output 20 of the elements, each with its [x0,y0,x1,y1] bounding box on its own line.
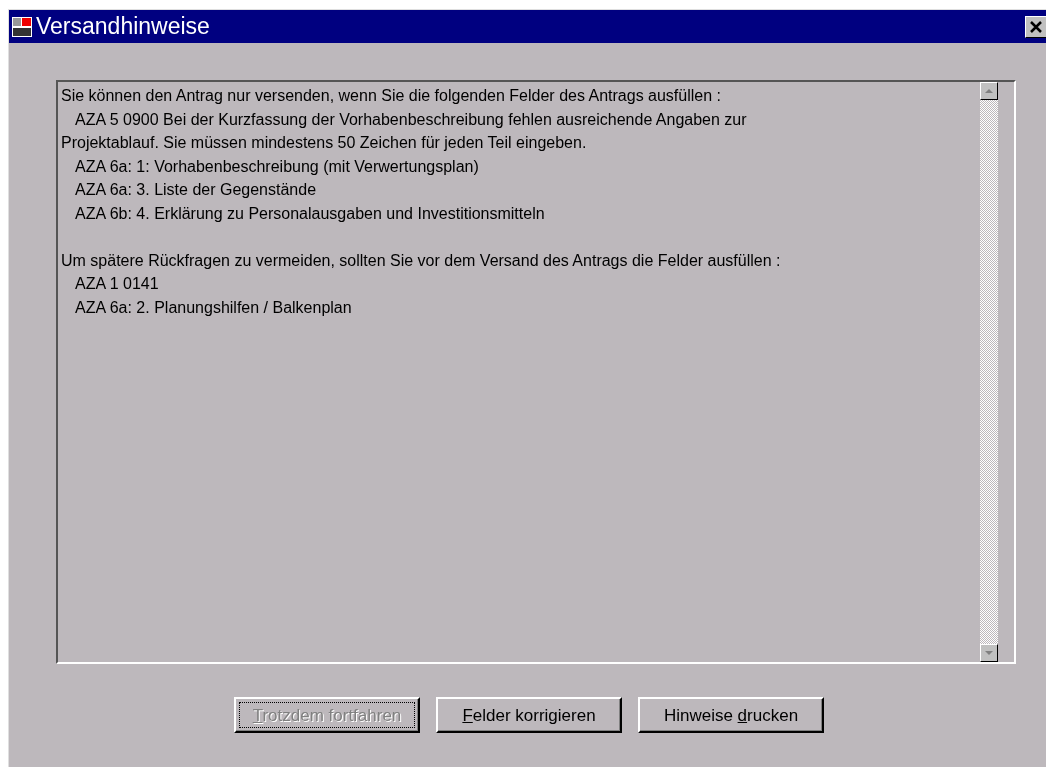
message-line: AZA 6b: 4. Erklärung zu Personalausgaben und Investitionsmitteln [74,203,546,224]
dialog-button[interactable]: Hinweise drucken [638,697,824,733]
close-button[interactable] [1025,15,1046,38]
window-title: Versandhinweise [36,13,211,40]
app-logo-icon [12,16,32,37]
close-icon [1030,20,1042,33]
message-line: AZA 1 0141 [74,274,160,294]
scroll-down-button[interactable] [980,644,998,662]
down-arrow-icon [985,651,993,655]
message-line: AZA 6a: 2. Planungshilfen / Balkenplan [74,297,353,318]
message-line: Projektablauf. Sie müssen mindestens 50 Zeichen für jeden Teil eingeben. [61,133,588,153]
message-line: Sie können den Antrag nur versenden, wenn Sie die folgenden Felder des Antrags ausfüllen : [61,86,722,106]
message-line: AZA 6a: 1: Vorhabenbeschreibung (mit Verwertungsplan) [74,156,480,177]
message-line: AZA 6a: 3. Liste der Gegenstände [74,180,318,200]
up-arrow-icon [985,89,993,93]
scroll-up-button[interactable] [980,82,998,100]
vertical-scrollbar[interactable] [980,82,998,662]
message-line: Um spätere Rückfragen zu vermeiden, sollten Sie vor dem Versand des Antrags die Felder ausfüllen : [61,250,782,271]
dialog-button[interactable]: Felder korrigieren [436,697,622,733]
message-line: AZA 5 0900 Bei der Kurzfassung der Vorhabenbeschreibung fehlen ausreichende Angaben zur [74,109,748,130]
